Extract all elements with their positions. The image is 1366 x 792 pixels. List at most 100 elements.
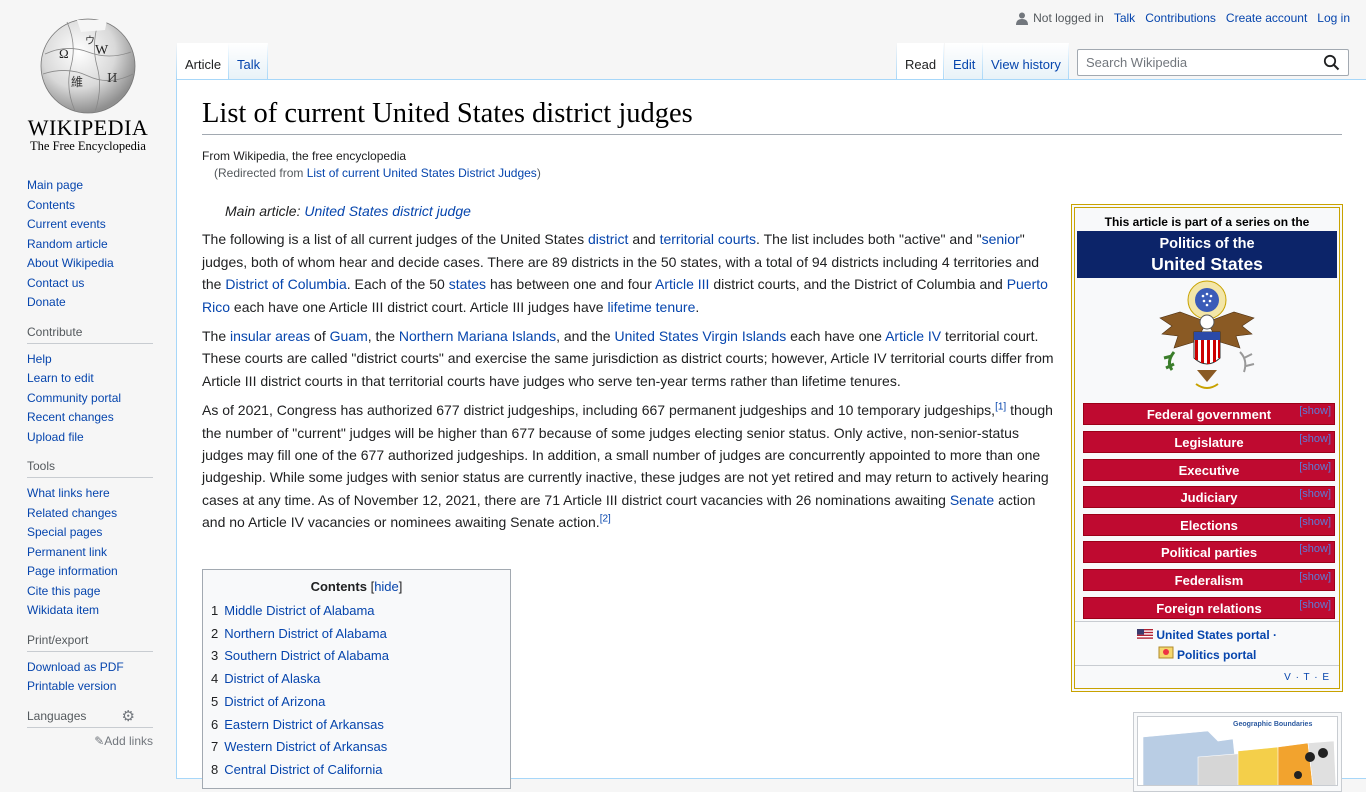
show-toggle[interactable]: [show] xyxy=(1299,567,1331,588)
toc-item[interactable]: 5 District of Arizona xyxy=(211,691,502,714)
puzzle-globe-icon: Ω W 維 И ウ xyxy=(40,18,136,114)
toc-hide-link[interactable]: hide xyxy=(374,579,399,594)
article-link[interactable]: insular areas xyxy=(230,328,310,344)
united-states-portal-link[interactable]: United States portal · xyxy=(1156,628,1277,642)
sidebar-item-main-page[interactable]: Main page xyxy=(27,178,83,192)
article-link[interactable]: senior xyxy=(982,231,1020,247)
article-link[interactable]: District of Columbia xyxy=(225,276,346,292)
talk-link[interactable]: Talk xyxy=(1114,11,1135,25)
toc-item[interactable]: 8 Central District of California xyxy=(211,759,502,782)
svg-text:ウ: ウ xyxy=(85,35,95,47)
section-legislature[interactable]: Legislature [show] xyxy=(1083,431,1335,453)
wikipedia-logo[interactable]: Ω W 維 И ウ WIKIPEDIA The Free Encyclopedi… xyxy=(0,0,176,160)
citation[interactable]: [2] xyxy=(600,514,611,525)
toc-num: 8 xyxy=(211,761,219,777)
section-foreign-relations[interactable]: Foreign relations [show] xyxy=(1083,597,1335,619)
add-links-link[interactable]: ✎Add links xyxy=(27,734,153,748)
toc-item[interactable]: 2 Northern District of Alabama xyxy=(211,623,502,646)
contributions-link[interactable]: Contributions xyxy=(1145,11,1216,25)
log-in-link[interactable]: Log in xyxy=(1317,11,1350,25)
toc-link[interactable]: Eastern District of Arkansas xyxy=(224,717,384,732)
table-of-contents: Contents [hide] 1 Middle District of Alab… xyxy=(202,569,511,789)
show-toggle[interactable]: [show] xyxy=(1299,512,1331,533)
sidebar-item-community-portal[interactable]: Community portal xyxy=(27,391,121,405)
gear-icon[interactable]: ⚙ xyxy=(122,707,135,725)
article-link[interactable]: states xyxy=(449,276,486,292)
show-toggle[interactable]: [show] xyxy=(1299,484,1331,505)
series-title[interactable]: Politics of the United States xyxy=(1077,231,1337,278)
sidebar-item-learn-to-edit[interactable]: Learn to edit xyxy=(27,371,94,385)
toc-item[interactable]: 6 Eastern District of Arkansas xyxy=(211,714,502,737)
toc-hide-toggle[interactable]: [hide] xyxy=(371,579,403,594)
show-toggle[interactable]: [show] xyxy=(1299,539,1331,560)
article-link[interactable]: territorial courts xyxy=(660,231,756,247)
sidebar-item-wikidata-item[interactable]: Wikidata item xyxy=(27,603,99,617)
search-input[interactable] xyxy=(1084,54,1314,71)
show-toggle[interactable]: [show] xyxy=(1299,595,1331,616)
section-political-parties[interactable]: Political parties [show] xyxy=(1083,541,1335,563)
sidebar-item-download-pdf[interactable]: Download as PDF xyxy=(27,660,124,674)
toc-item[interactable]: 1 Middle District of Alabama xyxy=(211,600,502,623)
redirect-link[interactable]: List of current United States District J… xyxy=(307,166,537,180)
section-federal-government[interactable]: Federal government [show] xyxy=(1083,403,1335,425)
toc-link[interactable]: Middle District of Alabama xyxy=(224,603,374,618)
map-image[interactable]: Geographic Boundaries xyxy=(1137,716,1338,786)
article-link[interactable]: lifetime tenure xyxy=(607,299,695,315)
sidebar-item-help[interactable]: Help xyxy=(27,352,52,366)
sidebar-item-permanent-link[interactable]: Permanent link xyxy=(27,545,107,559)
great-seal-image[interactable] xyxy=(1152,278,1262,396)
create-account-link[interactable]: Create account xyxy=(1226,11,1307,25)
vte-links[interactable]: V · T · E xyxy=(1284,672,1330,683)
section-elections[interactable]: Elections [show] xyxy=(1083,514,1335,536)
tab-article[interactable]: Article xyxy=(177,43,229,80)
article-link[interactable]: Senate xyxy=(950,492,994,508)
toc-item[interactable]: 4 District of Alaska xyxy=(211,668,502,691)
article-link[interactable]: Article III xyxy=(655,276,709,292)
citation[interactable]: [1] xyxy=(995,402,1006,413)
article-link[interactable]: Guam xyxy=(330,328,368,344)
article-link[interactable]: Article IV xyxy=(885,328,941,344)
toc-link[interactable]: Southern District of Alabama xyxy=(224,648,389,663)
sidebar-item-donate[interactable]: Donate xyxy=(27,295,66,309)
section-judiciary[interactable]: Judiciary [show] xyxy=(1083,486,1335,508)
toc-item[interactable]: 3 Southern District of Alabama xyxy=(211,645,502,668)
reference-link[interactable]: [1] xyxy=(995,402,1006,413)
politics-series-sidebar: This article is part of a series on the … xyxy=(1071,204,1343,692)
sidebar-item-contact[interactable]: Contact us xyxy=(27,276,84,290)
section-federalism[interactable]: Federalism [show] xyxy=(1083,569,1335,591)
show-toggle[interactable]: [show] xyxy=(1299,457,1331,478)
tab-view-history[interactable]: View history xyxy=(983,43,1069,80)
toc-link[interactable]: Northern District of Alabama xyxy=(224,626,387,641)
toc-link[interactable]: District of Alaska xyxy=(224,671,320,686)
sidebar-item-contents[interactable]: Contents xyxy=(27,198,75,212)
hatnote-link[interactable]: United States district judge xyxy=(304,203,471,219)
tab-read[interactable]: Read xyxy=(897,43,944,80)
sidebar-item-printable-version[interactable]: Printable version xyxy=(27,679,116,693)
show-toggle[interactable]: [show] xyxy=(1299,401,1331,422)
sidebar-item-random-article[interactable]: Random article xyxy=(27,237,108,251)
article-link[interactable]: district xyxy=(588,231,628,247)
tab-edit[interactable]: Edit xyxy=(945,43,983,80)
sidebar-item-about[interactable]: About Wikipedia xyxy=(27,256,114,270)
sidebar-item-recent-changes[interactable]: Recent changes xyxy=(27,410,114,424)
article-link[interactable]: United States Virgin Islands xyxy=(614,328,786,344)
search-icon[interactable] xyxy=(1323,54,1340,71)
article-link[interactable]: Northern Mariana Islands xyxy=(399,328,556,344)
politics-portal-link[interactable]: Politics portal xyxy=(1177,648,1256,662)
sidebar-item-current-events[interactable]: Current events xyxy=(27,217,106,231)
geographic-boundaries-map[interactable]: Geographic Boundaries xyxy=(1133,712,1342,792)
sidebar-item-cite-this-page[interactable]: Cite this page xyxy=(27,584,100,598)
tab-talk[interactable]: Talk xyxy=(229,43,268,80)
sidebar-item-related-changes[interactable]: Related changes xyxy=(27,506,117,520)
show-toggle[interactable]: [show] xyxy=(1299,429,1331,450)
sidebar-item-what-links-here[interactable]: What links here xyxy=(27,486,110,500)
sidebar-item-upload-file[interactable]: Upload file xyxy=(27,430,84,444)
toc-item[interactable]: 7 Western District of Arkansas xyxy=(211,736,502,759)
sidebar-item-special-pages[interactable]: Special pages xyxy=(27,525,102,539)
toc-link[interactable]: District of Arizona xyxy=(224,694,325,709)
section-executive[interactable]: Executive [show] xyxy=(1083,459,1335,481)
sidebar-item-page-information[interactable]: Page information xyxy=(27,564,118,578)
reference-link[interactable]: [2] xyxy=(600,514,611,525)
toc-link[interactable]: Western District of Arkansas xyxy=(224,739,387,754)
toc-link[interactable]: Central District of California xyxy=(224,762,382,777)
